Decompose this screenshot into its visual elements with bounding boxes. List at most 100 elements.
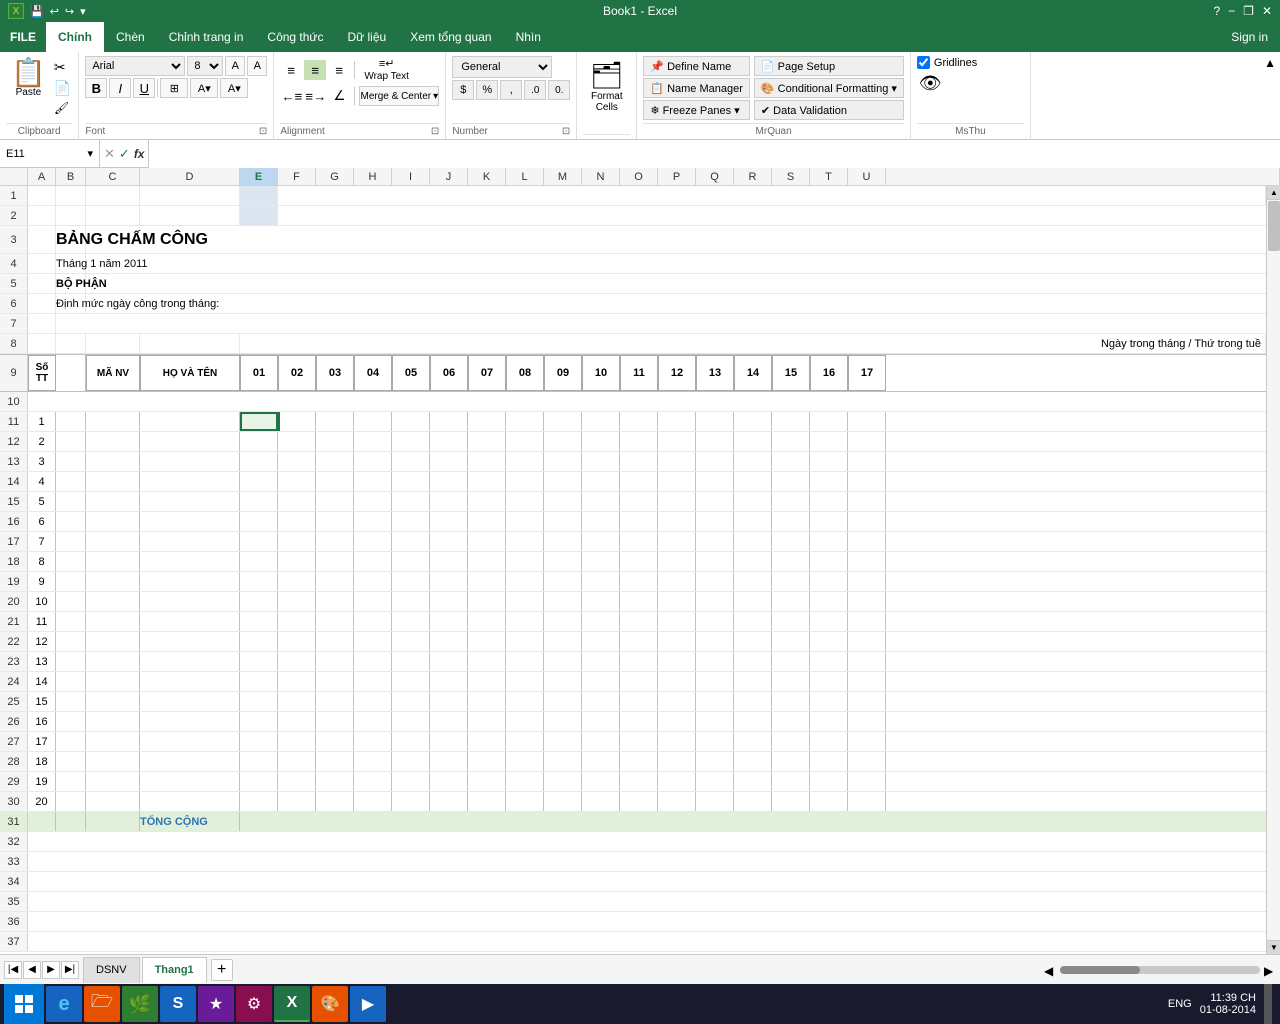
media-icon[interactable]: ▶ xyxy=(350,986,386,1022)
cell-manv[interactable] xyxy=(86,592,140,611)
cell-03[interactable]: 03 xyxy=(316,355,354,391)
cell-day10[interactable] xyxy=(582,452,620,471)
cell-day05[interactable] xyxy=(392,452,430,471)
cell-day14[interactable] xyxy=(734,472,772,491)
cell-day11[interactable] xyxy=(620,532,658,551)
cell[interactable] xyxy=(886,752,1266,771)
cell-hoten[interactable] xyxy=(140,492,240,511)
cell-day12[interactable] xyxy=(658,452,696,471)
cell[interactable] xyxy=(86,254,1266,273)
restore-btn[interactable]: ❐ xyxy=(1243,4,1254,18)
cell-hoten[interactable] xyxy=(140,412,240,431)
cell-manv[interactable] xyxy=(86,612,140,631)
cell-02[interactable]: 02 xyxy=(278,355,316,391)
help-btn[interactable]: ? xyxy=(1213,4,1220,18)
cell-day14[interactable] xyxy=(734,752,772,771)
cell-day03[interactable] xyxy=(316,712,354,731)
cell-day13[interactable] xyxy=(696,792,734,811)
cell-day05[interactable] xyxy=(392,512,430,531)
cell-day16[interactable] xyxy=(810,452,848,471)
cell-day08[interactable] xyxy=(506,512,544,531)
gridlines-checkbox[interactable] xyxy=(917,56,930,69)
cell-day05[interactable] xyxy=(392,552,430,571)
minimize-btn[interactable]: − xyxy=(1228,4,1235,18)
cell-day12[interactable] xyxy=(658,712,696,731)
cell-day14[interactable] xyxy=(734,552,772,571)
cell-day01[interactable] xyxy=(240,712,278,731)
cell-day02[interactable] xyxy=(278,692,316,711)
cell-day14[interactable] xyxy=(734,692,772,711)
cell[interactable] xyxy=(56,472,86,491)
cell-17[interactable]: 17 xyxy=(848,355,886,391)
cell[interactable] xyxy=(886,692,1266,711)
cell-day16[interactable] xyxy=(810,772,848,791)
cell-day17[interactable] xyxy=(848,452,886,471)
cell-day15[interactable] xyxy=(772,452,810,471)
cell-day05[interactable] xyxy=(392,712,430,731)
cell-day04[interactable] xyxy=(354,552,392,571)
cell-day07[interactable] xyxy=(468,472,506,491)
cell-day12[interactable] xyxy=(658,572,696,591)
taskbar-lang[interactable]: ENG xyxy=(1168,998,1192,1010)
decrease-font-btn[interactable]: A xyxy=(247,56,267,76)
cell-day08[interactable] xyxy=(506,792,544,811)
cell-day11[interactable] xyxy=(620,752,658,771)
cell-day02[interactable] xyxy=(278,612,316,631)
cell-hoten-header[interactable]: HỌ VÀ TÊN xyxy=(140,355,240,391)
conditional-formatting-btn[interactable]: 🎨 Conditional Formatting ▾ xyxy=(754,78,904,98)
cell-day15[interactable] xyxy=(772,432,810,451)
cell[interactable] xyxy=(56,206,86,225)
indent-right-btn[interactable]: ≡→ xyxy=(304,86,326,106)
app5-icon[interactable]: ★ xyxy=(198,986,234,1022)
cell-day08[interactable] xyxy=(506,632,544,651)
scroll-thumb[interactable] xyxy=(1268,201,1280,251)
cell-day04[interactable] xyxy=(354,632,392,651)
row-num[interactable]: 37 xyxy=(0,932,28,951)
cell-manv[interactable] xyxy=(86,632,140,651)
cell-day11[interactable] xyxy=(620,592,658,611)
cell-day08[interactable] xyxy=(506,652,544,671)
cell[interactable] xyxy=(86,294,1266,313)
cell[interactable] xyxy=(56,592,86,611)
cell-day02[interactable] xyxy=(278,792,316,811)
col-header-a[interactable]: A xyxy=(28,168,56,185)
cell-day02[interactable] xyxy=(278,432,316,451)
cell-day04[interactable] xyxy=(354,672,392,691)
row-num[interactable]: 5 xyxy=(0,274,28,293)
cell-day17[interactable] xyxy=(848,692,886,711)
cell-day15[interactable] xyxy=(772,572,810,591)
cell-15[interactable]: 15 xyxy=(772,355,810,391)
cell-day01[interactable] xyxy=(240,732,278,751)
cell-day11[interactable] xyxy=(620,432,658,451)
cell[interactable] xyxy=(886,355,1266,391)
cell-stt[interactable]: 4 xyxy=(28,472,56,491)
cell-day07[interactable] xyxy=(468,452,506,471)
cell-day09[interactable] xyxy=(544,772,582,791)
cell-day09[interactable] xyxy=(544,532,582,551)
cell-day06[interactable] xyxy=(430,712,468,731)
cell-day03[interactable] xyxy=(316,572,354,591)
cell-day12[interactable] xyxy=(658,592,696,611)
cell-day09[interactable] xyxy=(544,492,582,511)
cell-day15[interactable] xyxy=(772,592,810,611)
cell-hoten[interactable] xyxy=(140,652,240,671)
cell-day17[interactable] xyxy=(848,572,886,591)
cell-day07[interactable] xyxy=(468,492,506,511)
excel-taskbar-icon[interactable]: X xyxy=(274,986,310,1022)
cell-hoten[interactable] xyxy=(140,772,240,791)
col-header-e[interactable]: E xyxy=(240,168,278,185)
orientation-btn[interactable]: ∠ xyxy=(328,86,350,106)
cell[interactable] xyxy=(886,672,1266,691)
cell-day07[interactable] xyxy=(468,692,506,711)
cell-manv-header[interactable]: MÃ NV xyxy=(86,355,140,391)
cell-day07[interactable] xyxy=(468,632,506,651)
cell-day10[interactable] xyxy=(582,712,620,731)
row-num[interactable]: 11 xyxy=(0,412,28,431)
cell-day11[interactable] xyxy=(620,792,658,811)
cell-day16[interactable] xyxy=(810,472,848,491)
cell-day06[interactable] xyxy=(430,772,468,791)
cell-manv[interactable] xyxy=(86,752,140,771)
cell-day01[interactable] xyxy=(240,772,278,791)
cell-day10[interactable] xyxy=(582,532,620,551)
col-header-f[interactable]: F xyxy=(278,168,316,185)
